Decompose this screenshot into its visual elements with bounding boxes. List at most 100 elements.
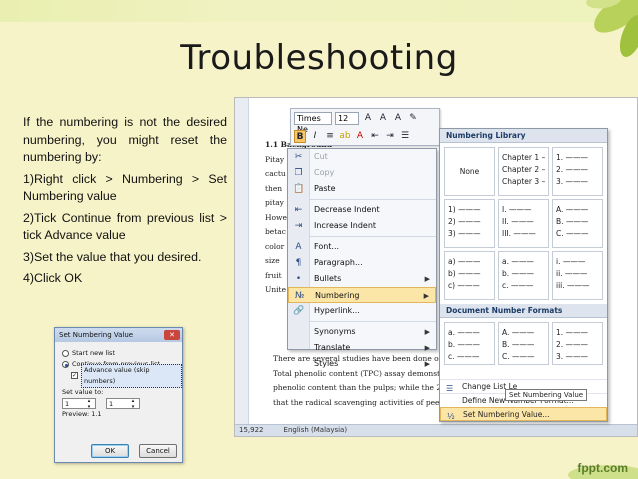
language-indicator[interactable]: English (Malaysia) (284, 426, 348, 434)
numbering-format-line: c. ——— (448, 352, 480, 361)
continue-list-radio[interactable] (62, 361, 69, 368)
numbering-format-line: ii. ——— (556, 269, 588, 278)
instructions-text: If the numbering is not the desired numb… (23, 114, 227, 292)
context-menu-item-paste[interactable]: 📋 Paste (288, 181, 436, 197)
mini-formatting-toolbar: Times Ne 12 A A A ✎ B I ≡ ab A ⇤ ⇥ ☰ (290, 108, 440, 146)
numbering-format-line: 1. ——— (556, 153, 589, 162)
context-menu-item-translate[interactable]: Translate ▶ (288, 340, 436, 356)
context-menu-item-paragraph[interactable]: ¶ Paragraph... (288, 255, 436, 271)
copy-icon: ❐ (294, 168, 303, 178)
highlight-icon[interactable]: ab (339, 130, 351, 143)
context-menu-item-numbering[interactable]: № Numbering ▶ (288, 287, 436, 303)
cancel-button[interactable]: Cancel (139, 444, 177, 458)
advance-value-option[interactable]: ✓ Advance value (skip numbers) (55, 363, 182, 388)
numbering-format-line: C. ——— (556, 229, 589, 238)
numbering-format-line: II. ——— (502, 217, 534, 226)
step-1: 1)Right click > Numbering > Set Numberin… (23, 171, 227, 204)
set-numbering-value-dialog: Set Numbering Value ✕ Start new list Con… (54, 327, 183, 463)
hyperlink-icon: 🔗 (293, 306, 305, 316)
context-menu-item-increase-indent[interactable]: ⇥ Increase Indent (288, 218, 436, 234)
numbering-format-line: III. ——— (502, 229, 536, 238)
shrink-font-icon[interactable]: A (377, 112, 389, 125)
numbering-format-cell[interactable]: A. ——— B. ——— C. ——— (552, 199, 603, 248)
dialog-title: Set Numbering Value (59, 331, 134, 339)
numbering-format-line: B. ——— (502, 340, 535, 349)
bold-button[interactable]: B (294, 129, 306, 143)
numbering-format-line: None (459, 166, 480, 176)
value-stepper-2[interactable]: 1 (106, 398, 140, 410)
context-menu-item-synonyms[interactable]: Synonyms ▶ (288, 324, 436, 340)
numbering-format-line: a. ——— (502, 257, 534, 266)
start-new-list-label: Start new list (72, 349, 115, 357)
intro-paragraph: If the numbering is not the desired numb… (23, 115, 227, 164)
numbering-format-line: b. ——— (502, 269, 535, 278)
numbering-format-line: 1) ——— (448, 205, 481, 214)
numbering-format-line: i. ——— (556, 257, 586, 266)
bullets-toolbar-icon[interactable]: ☰ (399, 130, 411, 143)
numbering-format-line: 2) ——— (448, 217, 481, 226)
numbering-format-line: 3) ——— (448, 229, 481, 238)
numbering-format-line: iii. ——— (556, 281, 590, 290)
decorative-leaf-band (0, 0, 638, 22)
numbering-format-cell[interactable]: I. ——— II. ——— III. ——— (498, 199, 549, 248)
numbering-format-cell[interactable]: a) ——— b) ——— c) ——— (444, 251, 495, 300)
set-value-icon: ½ (447, 412, 455, 421)
numbering-format-cell[interactable]: A. ——— B. ——— C. ——— (498, 322, 549, 365)
close-icon[interactable]: ✕ (164, 330, 180, 340)
numbering-format-line: a. ——— (448, 328, 480, 337)
numbering-format-cell[interactable]: None (444, 147, 495, 196)
context-menu-item-copy[interactable]: ❐ Copy (288, 165, 436, 181)
italic-button[interactable]: I (309, 130, 321, 143)
numbering-library-header: Numbering Library (440, 129, 607, 143)
menu-separator (310, 199, 436, 200)
step-3: 3)Set the value that you desired. (23, 249, 202, 264)
center-align-icon[interactable]: ≡ (324, 130, 336, 143)
numbering-format-line: 3. ——— (556, 352, 589, 361)
step-2: 2)Tick Continue from previous list > tic… (23, 210, 227, 243)
context-menu-label: Styles (314, 359, 339, 368)
numbering-format-cell[interactable]: 1. ——— 2. ——— 3. ——— (552, 322, 603, 365)
slide: Troubleshooting If the numbering is not … (0, 0, 638, 479)
ok-button[interactable]: OK (91, 444, 129, 458)
document-number-formats-grid: a. ——— b. ——— c. ——— A. ——— B. ——— C. ——— 1. —… (440, 318, 607, 369)
grow-font-icon[interactable]: A (362, 112, 374, 125)
numbering-format-cell[interactable]: a. ——— b. ——— c. ——— (444, 322, 495, 365)
numbering-format-cell[interactable]: i. ——— ii. ——— iii. ——— (552, 251, 603, 300)
numbering-format-line: A. ——— (556, 205, 589, 214)
increase-indent-toolbar-icon[interactable]: ⇥ (384, 130, 396, 143)
context-menu-item-styles[interactable]: Styles ▶ (288, 356, 436, 372)
font-name-box[interactable]: Times Ne (294, 111, 332, 134)
advance-value-checkbox[interactable]: ✓ (71, 372, 78, 379)
submenu-arrow-icon: ▶ (423, 292, 429, 300)
font-color-icon[interactable]: A (354, 130, 366, 143)
context-menu-label: Paste (314, 184, 336, 193)
numbering-format-cell[interactable]: a. ——— b. ——— c. ——— (498, 251, 549, 300)
context-menu-item-bullets[interactable]: • Bullets ▶ (288, 271, 436, 287)
decrease-indent-toolbar-icon[interactable]: ⇤ (369, 130, 381, 143)
paragraph-icon: ¶ (295, 258, 302, 268)
numbering-format-cell[interactable]: Chapter 1 – Chapter 2 – Chapter 3 – (498, 147, 549, 196)
value-stepper-1[interactable]: 1 (62, 398, 96, 410)
slide-title: Troubleshooting (180, 38, 458, 78)
context-menu-label: Copy (314, 168, 335, 177)
start-new-list-option[interactable]: Start new list (55, 348, 182, 359)
numbering-format-line: I. ——— (502, 205, 532, 214)
context-menu-item-hyperlink[interactable]: 🔗 Hyperlink... (288, 303, 436, 319)
numbering-format-cell[interactable]: 1) ——— 2) ——— 3) ——— (444, 199, 495, 248)
format-painter-icon[interactable]: ✎ (407, 112, 419, 125)
context-menu-item-decrease-indent[interactable]: ⇤ Decrease Indent (288, 202, 436, 218)
numbering-format-line: a) ——— (448, 257, 481, 266)
numbering-library-grid: None Chapter 1 – Chapter 2 – Chapter 3 – 1. … (440, 143, 607, 304)
menu-separator (310, 236, 436, 237)
numbering-format-cell[interactable]: 1. ——— 2. ——— 3. ——— (552, 147, 603, 196)
context-menu-item-font[interactable]: A Font... (288, 239, 436, 255)
start-new-list-radio[interactable] (62, 350, 69, 357)
context-menu-label: Decrease Indent (314, 205, 380, 214)
preview-label: Preview: 1.1 (62, 410, 102, 418)
numbering-format-line: Chapter 2 – (502, 165, 546, 174)
set-numbering-value-item[interactable]: ½ Set Numbering Value... (440, 407, 607, 421)
styles-icon[interactable]: A (392, 112, 404, 125)
font-size-box[interactable]: 12 (335, 111, 359, 125)
numbering-format-line: C. ——— (502, 352, 535, 361)
context-menu-item-cut[interactable]: ✂ Cut (288, 149, 436, 165)
